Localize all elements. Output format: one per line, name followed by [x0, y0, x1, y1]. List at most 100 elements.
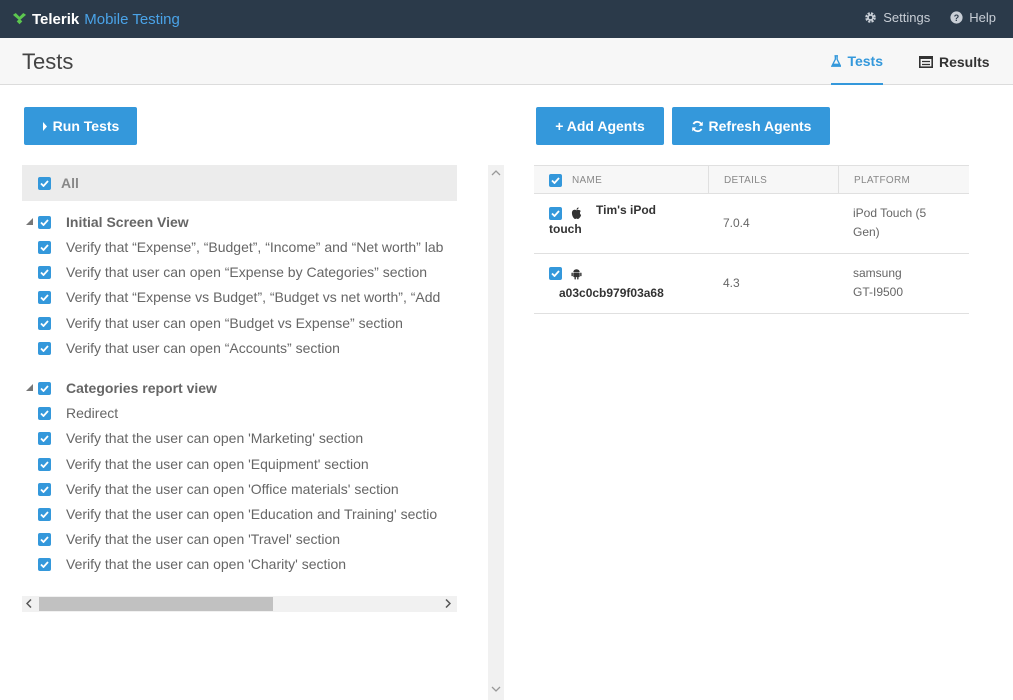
- add-agents-button[interactable]: + Add Agents: [536, 107, 664, 145]
- page-title: Tests: [22, 49, 74, 74]
- test-label: Redirect: [66, 405, 119, 421]
- test-label: Verify that the user can open 'Office ma…: [66, 481, 399, 497]
- checkbox-all[interactable]: [38, 176, 51, 190]
- grid-header: NAME DETAILS PLATFORM: [534, 165, 969, 194]
- android-icon: [571, 269, 582, 280]
- page-header: Tests Tests Results: [0, 38, 1013, 85]
- group-label: Categories report view: [66, 380, 217, 396]
- all-label: All: [61, 175, 79, 191]
- list-icon: [919, 55, 933, 68]
- test-item[interactable]: Redirect: [22, 404, 457, 424]
- platform-line2: GT-I9500: [853, 285, 904, 299]
- group-label: Initial Screen View: [66, 214, 189, 230]
- brand[interactable]: Telerik Mobile Testing: [12, 10, 180, 28]
- column-header-name[interactable]: NAME: [572, 166, 602, 194]
- product-name: Mobile Testing: [84, 10, 180, 28]
- gear-icon: [865, 12, 877, 23]
- agent-details: 4.3: [723, 276, 740, 290]
- caret-right-icon: [42, 121, 47, 131]
- test-item[interactable]: Verify that the user can open 'Education…: [22, 505, 457, 525]
- agent-checkbox[interactable]: [549, 267, 562, 280]
- group-checkbox[interactable]: [38, 216, 51, 229]
- flask-icon: [831, 54, 842, 67]
- agent-name-line1: Tim's iPod: [596, 203, 656, 217]
- agent-name-line2: touch: [549, 222, 582, 236]
- refresh-agents-label: Refresh Agents: [708, 118, 812, 134]
- test-label: Verify that user can open “Expense by Ca…: [66, 264, 428, 280]
- platform-line1: iPod Touch (5: [853, 206, 927, 220]
- test-item[interactable]: Verify that “Expense vs Budget”, “Budget…: [22, 288, 457, 308]
- tab-results-label: Results: [939, 53, 990, 70]
- scroll-left-icon[interactable]: [26, 599, 32, 608]
- agents-grid: NAME DETAILS PLATFORM Tim's iPod touch 7…: [534, 165, 969, 314]
- test-label: Verify that the user can open 'Equipment…: [66, 456, 369, 472]
- test-item[interactable]: Verify that the user can open 'Office ma…: [22, 480, 457, 500]
- test-item[interactable]: Verify that user can open “Accounts” sec…: [22, 339, 457, 359]
- test-label: Verify that the user can open 'Travel' s…: [66, 531, 341, 547]
- header-checkbox-cell[interactable]: [549, 166, 562, 194]
- test-checkbox[interactable]: [38, 342, 51, 355]
- test-label: Verify that the user can open 'Charity' …: [66, 556, 347, 572]
- select-all-agents-checkbox[interactable]: [549, 173, 562, 187]
- horizontal-scrollbar[interactable]: [22, 596, 457, 612]
- test-checkbox[interactable]: [38, 533, 51, 546]
- group-checkbox[interactable]: [38, 382, 51, 395]
- scroll-up-icon[interactable]: [491, 170, 501, 176]
- test-item[interactable]: Verify that user can open “Expense by Ca…: [22, 263, 457, 283]
- agent-name-line2: a03c0cb979f03a68: [559, 286, 664, 300]
- test-checkbox[interactable]: [38, 266, 51, 279]
- run-tests-label: Run Tests: [52, 118, 120, 134]
- vertical-scrollbar[interactable]: [488, 165, 504, 700]
- test-label: Verify that the user can open 'Marketing…: [66, 430, 364, 446]
- tab-tests[interactable]: Tests: [831, 38, 883, 85]
- agent-row[interactable]: a03c0cb979f03a68 4.3 samsung GT-I9500: [534, 254, 969, 314]
- tree-group[interactable]: Initial Screen View: [22, 213, 457, 233]
- collapse-triangle-icon[interactable]: [26, 218, 33, 225]
- column-header-platform[interactable]: PLATFORM: [838, 166, 969, 194]
- test-checkbox[interactable]: [38, 483, 51, 496]
- agent-checkbox[interactable]: [549, 207, 562, 220]
- help-icon: ?: [950, 11, 963, 24]
- scroll-down-icon[interactable]: [491, 686, 501, 692]
- test-item[interactable]: Verify that the user can open 'Equipment…: [22, 455, 457, 475]
- test-checkbox[interactable]: [38, 317, 51, 330]
- tab-tests-label: Tests: [847, 52, 883, 69]
- agent-platform: samsung GT-I9500: [853, 264, 953, 302]
- test-label: Verify that user can open “Budget vs Exp…: [66, 315, 403, 331]
- test-item[interactable]: Verify that the user can open 'Marketing…: [22, 429, 457, 449]
- telerik-logo-icon: [12, 12, 27, 24]
- top-nav: Settings ? Help: [844, 10, 996, 25]
- refresh-agents-button[interactable]: Refresh Agents: [672, 107, 830, 145]
- help-link[interactable]: ? Help: [950, 10, 996, 25]
- test-item[interactable]: Verify that the user can open 'Charity' …: [22, 555, 457, 575]
- test-checkbox[interactable]: [38, 458, 51, 471]
- test-item[interactable]: Verify that the user can open 'Travel' s…: [22, 530, 457, 550]
- test-checkbox[interactable]: [38, 407, 51, 420]
- test-checkbox[interactable]: [38, 558, 51, 571]
- settings-link[interactable]: Settings: [864, 10, 930, 25]
- test-label: Verify that “Expense”, “Budget”, “Income…: [66, 239, 444, 255]
- add-agents-label: + Add Agents: [555, 118, 645, 134]
- agent-row[interactable]: Tim's iPod touch 7.0.4 iPod Touch (5 Gen…: [534, 194, 969, 254]
- all-tests-row[interactable]: All: [22, 165, 457, 201]
- test-checkbox[interactable]: [38, 432, 51, 445]
- test-checkbox[interactable]: [38, 291, 51, 304]
- platform-line2: Gen): [853, 225, 880, 239]
- test-checkbox[interactable]: [38, 508, 51, 521]
- top-bar: Telerik Mobile Testing Settings ? Help: [0, 0, 1013, 38]
- scroll-right-icon[interactable]: [445, 599, 451, 608]
- apple-icon: [571, 207, 582, 219]
- test-item[interactable]: Verify that user can open “Budget vs Exp…: [22, 314, 457, 334]
- test-label: Verify that the user can open 'Education…: [66, 506, 438, 522]
- test-checkbox[interactable]: [38, 241, 51, 254]
- help-label: Help: [969, 10, 996, 25]
- agent-details: 7.0.4: [723, 216, 750, 230]
- run-tests-button[interactable]: Run Tests: [24, 107, 137, 145]
- refresh-icon: [691, 120, 703, 132]
- scrollbar-thumb[interactable]: [39, 597, 273, 611]
- test-item[interactable]: Verify that “Expense”, “Budget”, “Income…: [22, 238, 457, 258]
- column-header-details[interactable]: DETAILS: [708, 166, 838, 194]
- tab-results[interactable]: Results: [919, 38, 990, 85]
- tree-group[interactable]: Categories report view: [22, 379, 457, 399]
- collapse-triangle-icon[interactable]: [26, 384, 33, 391]
